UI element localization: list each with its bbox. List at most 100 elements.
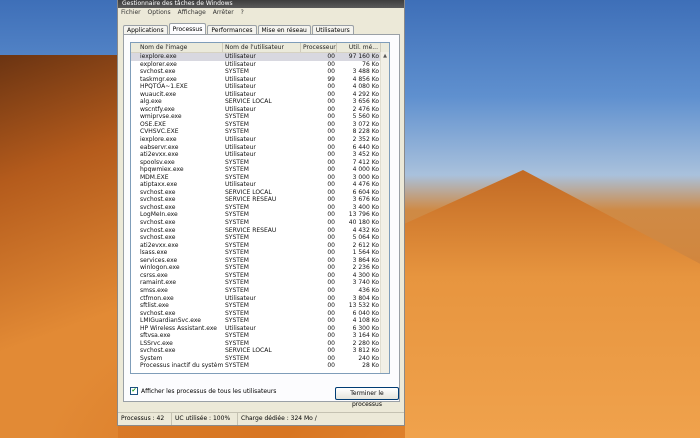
process-row[interactable]: services.exe SYSTEM 00 3 864 Ko [131,257,389,265]
process-row[interactable]: alg.exe SERVICE LOCAL 00 3 656 Ko [131,98,389,106]
process-image-name: explorer.exe [140,60,177,68]
process-row[interactable]: taskmgr.exe Utilisateur 99 4 856 Ko [131,76,389,84]
process-image-name: iexplore.exe [140,53,177,60]
process-cpu: 00 [327,128,335,136]
process-row[interactable]: MDM.EXE SYSTEM 00 3 000 Ko [131,174,389,182]
process-row[interactable]: sftlist.exe SYSTEM 00 13 532 Ko [131,302,389,310]
vertical-scrollbar[interactable]: ▲ [380,52,389,373]
process-row[interactable]: CVHSVC.EXE SYSTEM 00 8 228 Ko [131,128,389,136]
process-user-name: Utilisateur [225,324,256,332]
process-user-name: SYSTEM [225,234,249,242]
process-row[interactable]: wmiprvse.exe SYSTEM 00 5 560 Ko [131,113,389,121]
process-list[interactable]: Nom de l'image Nom de l'utilisateur Proc… [130,42,390,374]
process-image-name: LogMeIn.exe [140,211,178,219]
column-memory[interactable]: Util. mé... [337,43,381,52]
process-image-name: svchost.exe [140,226,176,234]
process-user-name: SYSTEM [225,68,249,76]
process-row[interactable]: winlogon.exe SYSTEM 00 2 236 Ko [131,264,389,272]
process-user-name: SYSTEM [225,120,249,128]
process-image-name: taskmgr.exe [140,75,177,83]
status-process-count: Processus : 42 [118,413,172,425]
process-memory: 3 164 Ko [352,332,379,340]
process-row[interactable]: svchost.exe SYSTEM 00 5 064 Ko [131,234,389,242]
scroll-up-icon[interactable]: ▲ [381,52,389,60]
process-memory: 76 Ko [362,60,379,68]
process-row[interactable]: ati2evxx.exe Utilisateur 00 3 452 Ko [131,151,389,159]
process-image-name: smss.exe [140,286,168,294]
process-user-name: Utilisateur [225,151,256,159]
process-row[interactable]: iexplore.exe Utilisateur 00 97 160 Ko [131,53,389,61]
process-row[interactable]: ramaint.exe SYSTEM 00 3 740 Ko [131,279,389,287]
process-row[interactable]: smss.exe SYSTEM 00 436 Ko [131,287,389,295]
process-image-name: wmiprvse.exe [140,113,182,121]
process-user-name: SYSTEM [225,211,249,219]
process-row[interactable]: Processus inactif du système SYSTEM 00 28 K… [131,362,389,370]
show-all-users-option[interactable]: ✔ Afficher les processus de tous les uti… [130,387,276,395]
column-cpu[interactable]: Processeur [301,43,337,52]
process-row[interactable]: wuaucit.exe Utilisateur 00 4 292 Ko [131,91,389,99]
process-list-header: Nom de l'image Nom de l'utilisateur Proc… [131,43,389,53]
process-cpu: 00 [327,302,335,310]
menu-view[interactable]: Affichage [178,9,206,16]
process-row[interactable]: csrss.exe SYSTEM 00 4 300 Ko [131,272,389,280]
process-row[interactable]: atiptaxx.exe Utilisateur 00 4 476 Ko [131,181,389,189]
process-row[interactable]: iexplore.exe Utilisateur 00 2 352 Ko [131,136,389,144]
process-row[interactable]: svchost.exe SERVICE LOCAL 00 3 812 Ko [131,347,389,355]
menu-shutdown[interactable]: Arrêter [213,9,234,16]
column-user-name[interactable]: Nom de l'utilisateur [223,43,301,52]
process-cpu: 00 [327,90,335,98]
process-cpu: 00 [327,249,335,257]
process-row[interactable]: svchost.exe SYSTEM 00 40 180 Ko [131,219,389,227]
process-user-name: Utilisateur [225,83,256,91]
process-memory: 3 804 Ko [352,294,379,302]
process-row[interactable]: spoolsv.exe SYSTEM 00 7 412 Ko [131,159,389,167]
process-cpu: 00 [327,98,335,106]
process-row[interactable]: wscntfy.exe Utilisateur 00 2 476 Ko [131,106,389,114]
process-row[interactable]: HPQTOA~1.EXE Utilisateur 00 4 080 Ko [131,83,389,91]
process-row[interactable]: hpqwmiex.exe SYSTEM 00 4 000 Ko [131,166,389,174]
process-cpu: 00 [327,143,335,151]
process-cpu: 00 [327,173,335,181]
process-image-name: svchost.exe [140,68,176,76]
status-bar: Processus : 42 UC utilisée : 100% Charge… [118,412,404,425]
menu-file[interactable]: Fichier [121,9,141,16]
process-row[interactable]: LMIGuardianSvc.exe SYSTEM 00 4 108 Ko [131,317,389,325]
process-row[interactable]: LSSrvc.exe SYSTEM 00 2 280 Ko [131,340,389,348]
process-row[interactable]: explorer.exe Utilisateur 00 76 Ko [131,61,389,69]
process-row[interactable]: svchost.exe SYSTEM 00 3 400 Ko [131,204,389,212]
process-row[interactable]: OSE.EXE SYSTEM 00 3 072 Ko [131,121,389,129]
process-row[interactable]: svchost.exe SYSTEM 00 3 488 Ko [131,68,389,76]
show-all-users-checkbox[interactable]: ✔ [130,387,138,395]
process-row[interactable]: sftvsa.exe SYSTEM 00 3 164 Ko [131,332,389,340]
process-memory: 4 080 Ko [352,83,379,91]
process-memory: 2 612 Ko [352,241,379,249]
process-user-name: SERVICE LOCAL [225,188,272,196]
process-memory: 3 072 Ko [352,120,379,128]
process-row[interactable]: svchost.exe SERVICE RÉSEAU 00 4 432 Ko [131,227,389,235]
end-process-button[interactable]: Terminer le processus [335,387,399,408]
process-user-name: Utilisateur [225,75,256,83]
process-row[interactable]: svchost.exe SERVICE LOCAL 00 6 604 Ko [131,189,389,197]
menu-options[interactable]: Options [148,9,171,16]
process-row[interactable]: System SYSTEM 00 240 Ko [131,355,389,363]
process-row[interactable]: ati2evxx.exe SYSTEM 00 2 612 Ko [131,242,389,250]
process-memory: 4 476 Ko [352,181,379,189]
process-image-name: svchost.exe [140,203,176,211]
process-image-name: services.exe [140,256,178,264]
process-row[interactable]: lsass.exe SYSTEM 00 1 564 Ko [131,249,389,257]
process-row[interactable]: ctfmon.exe Utilisateur 00 3 804 Ko [131,295,389,303]
process-cpu: 00 [327,324,335,332]
process-image-name: Processus inactif du système [140,362,223,370]
process-row[interactable]: HP Wireless Assistant.exe Utilisateur 00 6 … [131,325,389,333]
process-row[interactable]: svchost.exe SYSTEM 00 6 040 Ko [131,310,389,318]
process-cpu: 00 [327,271,335,279]
process-row[interactable]: svchost.exe SERVICE RÉSEAU 00 3 676 Ko [131,196,389,204]
column-image-name[interactable]: Nom de l'image [131,43,223,52]
menu-help[interactable]: ? [241,9,244,16]
process-user-name: SYSTEM [225,332,249,340]
process-row[interactable]: LogMeIn.exe SYSTEM 00 13 796 Ko [131,211,389,219]
process-memory: 3 864 Ko [352,256,379,264]
process-row[interactable]: eabservr.exe Utilisateur 00 6 440 Ko [131,144,389,152]
process-image-name: HPQTOA~1.EXE [140,83,188,91]
process-user-name: SYSTEM [225,113,249,121]
